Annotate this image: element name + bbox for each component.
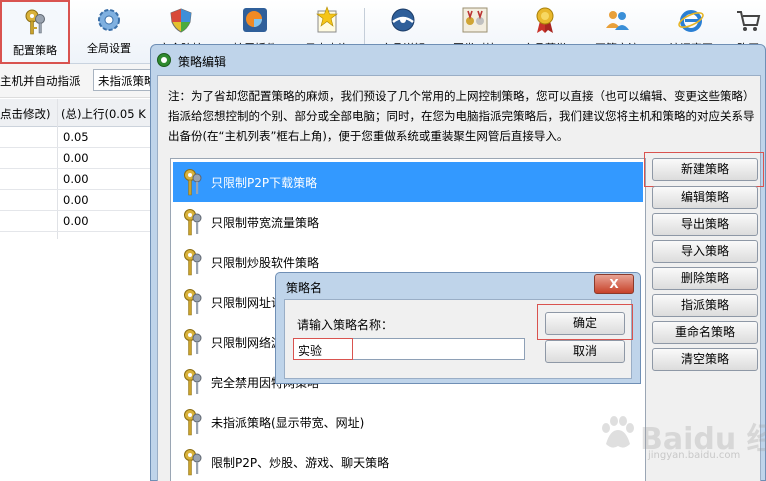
upload-cell: 0.00 [63, 151, 89, 165]
host-filter-row: 主机并自动指派 未指派策略 [0, 64, 153, 98]
watermark-url: jingyan.baidu.com [648, 450, 741, 461]
window-title: 策略编辑 [178, 55, 227, 69]
table-row[interactable]: 0.00 [0, 169, 150, 190]
keys-icon [184, 329, 202, 356]
window-titlebar[interactable]: 策略编辑 [151, 45, 765, 75]
edit-policy-button[interactable]: 编辑策略 [652, 186, 758, 209]
export-policy-button[interactable]: 导出策略 [652, 213, 758, 236]
keys-icon [184, 369, 202, 396]
policy-name: 只限制炒股软件策略 [211, 256, 320, 270]
globe-icon [391, 8, 415, 32]
gear-icon [98, 9, 120, 31]
host-grid-header: 点击修改) (总)上行(0.05 K [0, 99, 150, 127]
toolbar-global-settings[interactable]: 全局设置 [78, 0, 140, 64]
cancel-button[interactable]: 取消 [545, 340, 625, 363]
clear-policy-button[interactable]: 清空策略 [652, 348, 758, 371]
policy-name-prompt: 请输入策略名称： [297, 318, 394, 332]
assign-policy-button[interactable]: 指派策略 [652, 294, 758, 317]
dialog-title: 策略名 [286, 281, 323, 295]
table-row[interactable]: 0.00 [0, 148, 150, 169]
policy-name: 未指派策略(显示带宽、网址) [211, 416, 365, 430]
award-icon [536, 7, 554, 33]
close-button[interactable]: X [594, 274, 634, 294]
host-filter-label: 主机并自动指派 [0, 74, 81, 88]
import-policy-button[interactable]: 导入策略 [652, 240, 758, 263]
keys-icon [184, 209, 202, 236]
plugin-icon [243, 8, 267, 32]
keys-icon [184, 169, 202, 196]
delete-policy-button[interactable]: 删除策略 [652, 267, 758, 290]
table-row[interactable]: 0.05 [0, 127, 150, 148]
column-header[interactable]: 点击修改) [0, 106, 51, 122]
paw-logo-icon [602, 416, 634, 448]
highlight-box [537, 304, 633, 340]
table-row[interactable]: 0.00 [0, 211, 150, 232]
policy-name: 限制P2P、炒股、游戏、聊天策略 [211, 456, 390, 470]
keys-icon [184, 409, 202, 436]
policy-name-dialog: 策略名 X 请输入策略名称： 实验 确定 取消 [275, 272, 641, 384]
keys-icon [184, 289, 202, 316]
shield-icon [170, 8, 192, 33]
table-row[interactable]: 0.00 [0, 190, 150, 211]
policy-item-combined[interactable]: 限制P2P、炒股、游戏、聊天策略 [173, 442, 643, 481]
policy-item-bandwidth[interactable]: 只限制带宽流量策略 [173, 202, 643, 242]
column-header[interactable]: (总)上行(0.05 K [61, 106, 146, 122]
star-note-icon [316, 6, 338, 33]
upload-cell: 0.00 [63, 193, 89, 207]
medals-icon [462, 7, 488, 33]
keys-icon [184, 249, 202, 276]
policy-name: 只限制P2P下载策略 [211, 176, 318, 190]
host-grid: 点击修改) (总)上行(0.05 K 0.05 0.00 0.00 0.00 0… [0, 99, 150, 481]
keys-icon [25, 9, 45, 35]
dialog-body: 请输入策略名称： 实验 确定 取消 [284, 299, 633, 379]
policy-name: 只限制带宽流量策略 [211, 216, 320, 230]
policy-item-p2p[interactable]: 只限制P2P下载策略 [173, 162, 643, 202]
rename-policy-button[interactable]: 重命名策略 [652, 321, 758, 344]
baidu-watermark: Baidu 经验 jingyan.baidu.com [588, 400, 766, 470]
upload-cell: 0.05 [63, 130, 89, 144]
toolbar-label: 配置策略 [13, 44, 57, 57]
toolbar-configure-policy[interactable]: 配置策略 [0, 0, 70, 64]
cart-icon [737, 11, 761, 31]
users-icon [606, 11, 629, 30]
highlight-box [293, 338, 353, 360]
app-icon [157, 53, 171, 67]
upload-cell: 0.00 [63, 172, 89, 186]
upload-cell: 0.00 [63, 214, 89, 228]
ie-icon [678, 10, 704, 32]
toolbar-label: 全局设置 [87, 42, 131, 55]
keys-icon [184, 449, 202, 476]
policy-filter-select[interactable]: 未指派策略 [93, 69, 153, 91]
policy-item-unassigned[interactable]: 未指派策略(显示带宽、网址) [173, 402, 643, 442]
highlight-box [644, 152, 764, 187]
instruction-note: 注：为了省却您配置策略的麻烦，我们预设了几个常用的上网控制策略，您可以直接（也可… [168, 89, 755, 143]
